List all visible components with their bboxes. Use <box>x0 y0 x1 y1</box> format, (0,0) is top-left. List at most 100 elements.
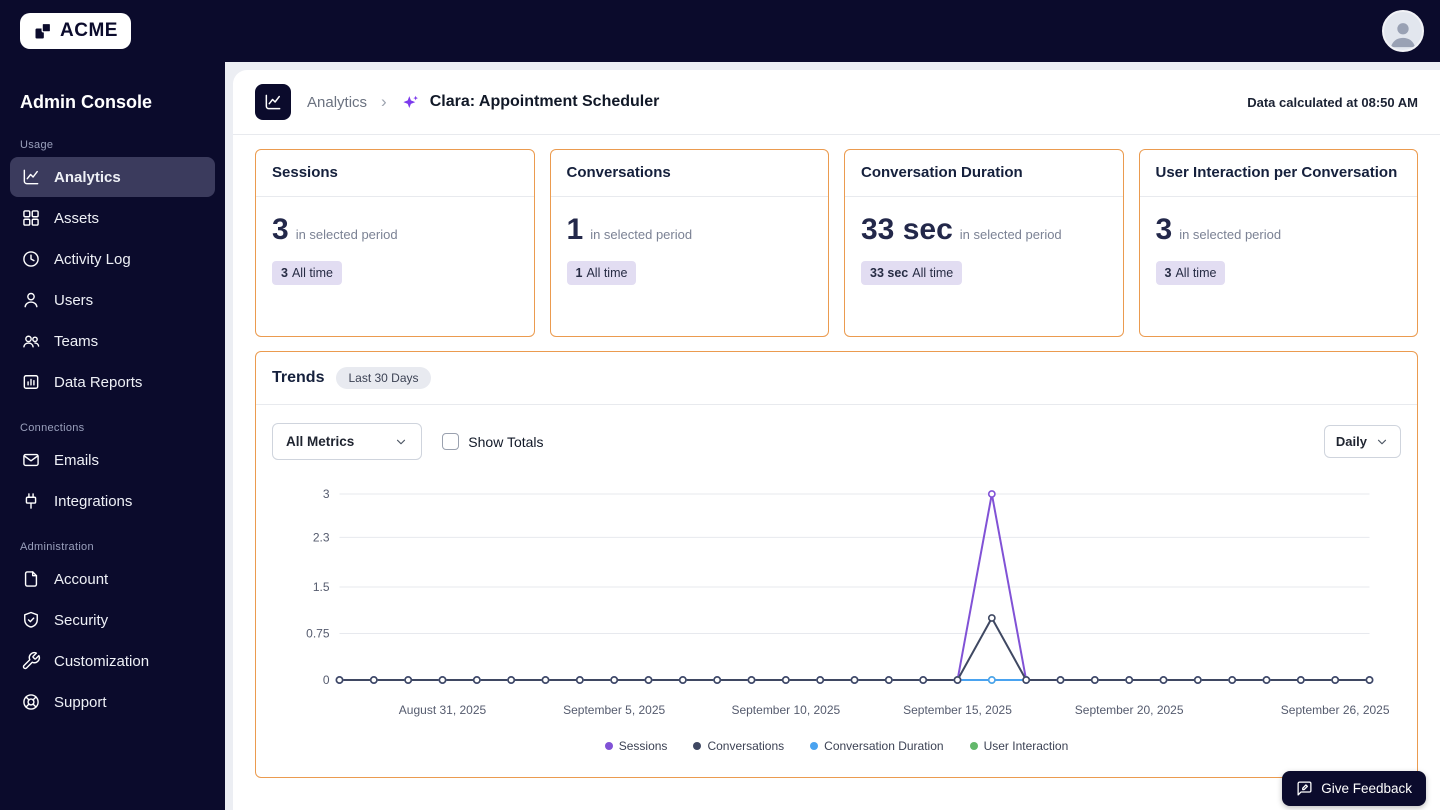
content-card: Analytics › Clara: Appointment Scheduler… <box>233 70 1440 810</box>
user-icon <box>24 292 38 308</box>
metric-period-label: in selected period <box>295 227 398 243</box>
alltime-badge: 3 All time <box>1155 261 1226 286</box>
legend-item-conversation-duration: Conversation Duration <box>810 739 944 753</box>
chart-line-icon <box>265 94 281 110</box>
metric-title: Sessions <box>256 150 534 198</box>
metric-card-sessions: Sessions 3 in selected period 3 All time <box>255 149 535 337</box>
give-feedback-button[interactable]: Give Feedback <box>1282 771 1426 806</box>
alltime-badge: 3 All time <box>272 261 342 286</box>
metric-period-label: in selected period <box>590 227 693 243</box>
sidebar-item-teams[interactable]: Teams <box>10 321 215 361</box>
wrench-icon <box>22 651 41 670</box>
alltime-badge: 1 All time <box>566 261 637 286</box>
sidebar-item-label: Teams <box>54 332 99 350</box>
user-avatar[interactable] <box>1382 10 1424 52</box>
svg-text:3: 3 <box>323 487 330 501</box>
shield-check-icon <box>24 611 38 628</box>
sidebar-item-security[interactable]: Security <box>10 600 215 640</box>
metric-card-conversations: Conversations 1 in selected period 1 All… <box>549 149 829 337</box>
data-calculated-timestamp: Data calculated at 08:50 AM <box>1247 94 1418 110</box>
sidebar-item-label: Account <box>54 570 109 588</box>
page-header: Analytics › Clara: Appointment Scheduler… <box>233 70 1440 135</box>
envelope-icon <box>23 453 39 467</box>
checkbox-box <box>442 433 460 450</box>
sidebar-item-label: Security <box>54 611 109 629</box>
analytics-chart-icon <box>23 169 39 185</box>
analytics-header-icon-box <box>255 84 291 120</box>
sidebar-item-users[interactable]: Users <box>10 280 215 320</box>
sidebar-item-label: Emails <box>54 451 100 469</box>
legend-dot <box>810 742 819 750</box>
document-icon <box>24 571 38 587</box>
acme-logo: ACME <box>20 13 131 49</box>
legend-dot <box>604 742 613 750</box>
metric-value: 1 <box>566 213 584 247</box>
section-label-administration: Administration <box>20 541 94 553</box>
sidebar-item-label: Data Reports <box>54 373 143 391</box>
svg-text:0: 0 <box>323 673 330 687</box>
breadcrumb-separator: › <box>381 92 387 111</box>
metric-title: User Interaction per Conversation <box>1139 150 1417 198</box>
legend-dot <box>693 742 702 750</box>
breadcrumb-analytics[interactable]: Analytics <box>307 94 367 111</box>
sidebar-item-integrations[interactable]: Integrations <box>10 481 215 521</box>
svg-text:2.3: 2.3 <box>313 530 330 544</box>
section-label-usage: Usage <box>20 139 54 151</box>
metric-value: 3 <box>1155 213 1173 247</box>
sidebar-item-account[interactable]: Account <box>10 559 215 599</box>
sidebar-item-emails[interactable]: Emails <box>10 440 215 480</box>
sidebar-item-label: Activity Log <box>54 250 131 268</box>
metric-value: 33 sec <box>861 213 953 247</box>
legend-item-user-interaction: User Interaction <box>969 739 1068 753</box>
sidebar-item-support[interactable]: Support <box>10 682 215 722</box>
sidebar-item-label: Assets <box>54 209 100 227</box>
trends-card: Trends Last 30 Days All Metrics Show Tot… <box>255 351 1418 778</box>
sidebar-item-assets[interactable]: Assets <box>10 198 215 238</box>
trends-header: Trends Last 30 Days <box>256 352 1417 405</box>
acme-logo-text: ACME <box>60 20 118 41</box>
metric-value: 3 <box>272 213 289 247</box>
svg-text:August 31, 2025: August 31, 2025 <box>399 703 487 717</box>
sidebar-item-label: Analytics <box>54 168 121 186</box>
sidebar-item-label: Integrations <box>54 492 133 510</box>
main-area: Analytics › Clara: Appointment Scheduler… <box>225 62 1440 810</box>
trends-range-badge: Last 30 Days <box>336 367 431 389</box>
svg-text:September 20, 2025: September 20, 2025 <box>1075 703 1184 717</box>
acme-logo-icon <box>35 22 52 39</box>
sidebar-item-label: Support <box>54 693 107 711</box>
sidebar-item-customization[interactable]: Customization <box>10 641 215 681</box>
metric-filter-dropdown[interactable]: All Metrics <box>272 423 423 460</box>
people-group-icon <box>23 335 40 348</box>
trends-controls: All Metrics Show Totals Daily <box>256 405 1417 474</box>
chevron-down-icon <box>1377 439 1387 444</box>
metric-title: Conversations <box>550 150 828 198</box>
life-buoy-icon <box>23 694 39 710</box>
metric-card-user-interaction: User Interaction per Conversation 3 in s… <box>1138 149 1418 337</box>
legend-item-conversations: Conversations <box>693 739 784 753</box>
svg-text:September 10, 2025: September 10, 2025 <box>731 703 840 717</box>
metric-period-label: in selected period <box>1179 227 1282 243</box>
metric-card-conversation-duration: Conversation Duration 33 sec in selected… <box>844 149 1124 337</box>
plug-icon <box>25 493 37 509</box>
metric-title: Conversation Duration <box>845 150 1123 198</box>
svg-text:September 26, 2025: September 26, 2025 <box>1281 703 1390 717</box>
svg-text:1.5: 1.5 <box>313 580 330 594</box>
sidebar-item-data-reports[interactable]: Data Reports <box>10 362 215 402</box>
svg-text:0.75: 0.75 <box>306 627 330 641</box>
sidebar-item-analytics[interactable]: Analytics <box>10 157 215 197</box>
show-totals-checkbox[interactable]: Show Totals <box>442 433 544 450</box>
legend-item-sessions: Sessions <box>604 739 667 753</box>
sidebar-title: Admin Console <box>20 92 153 112</box>
show-totals-label: Show Totals <box>468 433 544 450</box>
person-icon <box>1390 23 1416 48</box>
sidebar-item-activity-log[interactable]: Activity Log <box>10 239 215 279</box>
history-clock-icon <box>23 251 39 267</box>
trends-line-chart: 0 0.75 1.5 2.3 3 August 31, 2025 September 5, … <box>306 487 1390 717</box>
chart-legend: Sessions Conversations Conversation Dura… <box>256 733 1417 777</box>
svg-text:September 5, 2025: September 5, 2025 <box>563 703 665 717</box>
interval-dropdown[interactable]: Daily <box>1323 425 1401 458</box>
alltime-badge: 33 sec All time <box>861 261 963 286</box>
topbar: ACME <box>0 0 1440 62</box>
feedback-chat-icon <box>1297 781 1312 796</box>
section-label-connections: Connections <box>20 422 85 434</box>
